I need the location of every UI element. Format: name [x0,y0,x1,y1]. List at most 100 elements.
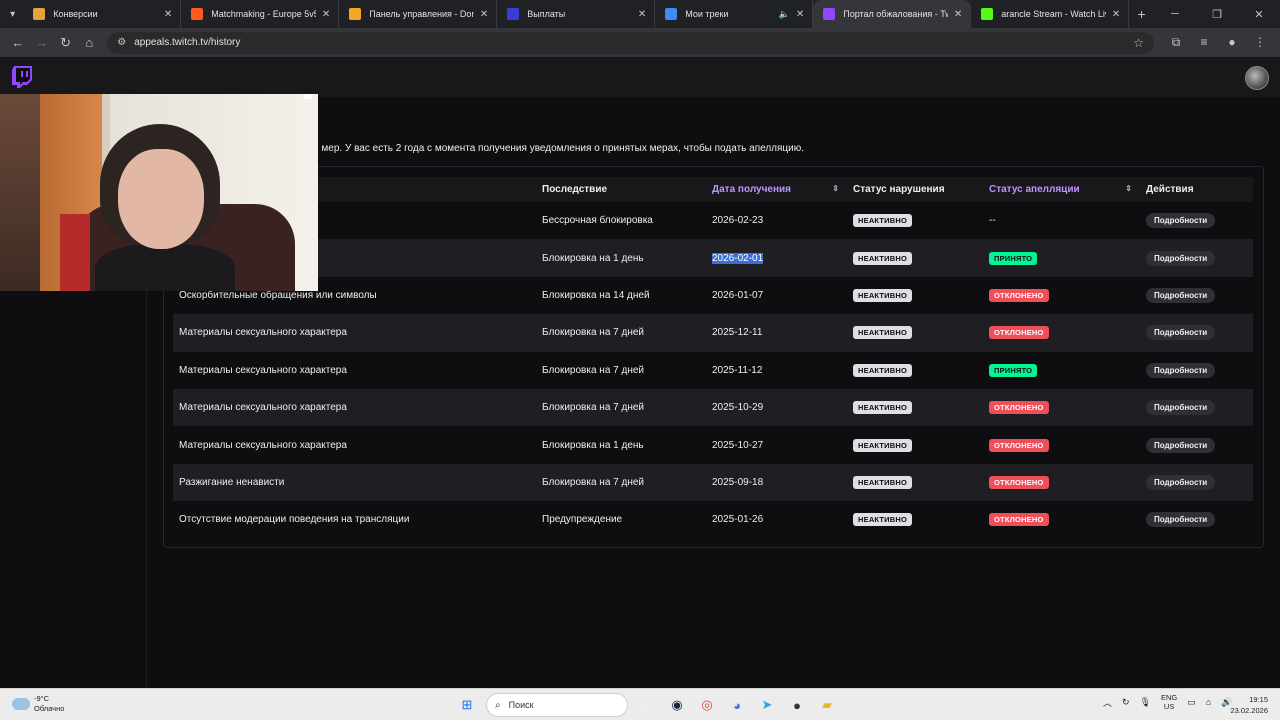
lang-top: ENG [1161,693,1178,702]
chrome-icon[interactable]: ◎ [695,693,719,717]
windows-taskbar: -9°C Облачно ⊞ ⌕ Поиск ▣ ◉ ◎ ◕ ➤ ● ▰ ︿ ↻ … [0,688,1280,720]
cell-consequence: Блокировка на 1 день [536,426,706,463]
cell-consequence: Блокировка на 14 дней [536,277,706,314]
file-explorer-icon[interactable]: ▰ [815,693,839,717]
tab-title: Мои треки [685,9,729,19]
tab-close-icon[interactable]: ✕ [1112,9,1120,20]
details-button[interactable]: Подробности [1146,213,1216,229]
tab-search-button[interactable]: ▾ [2,3,23,25]
cell-appeal: ОТКЛОНЕНО [983,464,1140,501]
start-icon[interactable]: ⊞ [455,693,479,717]
cell-consequence: Блокировка на 7 дней [536,389,706,426]
tab-close-icon[interactable]: ✕ [954,9,962,20]
reload-icon[interactable]: ↻ [54,35,78,51]
maximize-icon[interactable]: ❐ [1196,8,1238,21]
forward-icon[interactable]: → [30,35,54,50]
media-icon[interactable]: ≡ [1190,35,1218,50]
cell-consequence: Блокировка на 7 дней [536,352,706,389]
consequence-text: Предупреждение [542,514,623,526]
status-badge: НЕАКТИВНО [853,326,913,340]
table-row: Отсутствие модерации поведения на трансл… [173,501,1253,539]
user-avatar[interactable] [1245,66,1269,90]
details-button[interactable]: Подробности [1146,437,1216,453]
appeal-badge: ОТКЛОНЕНО [989,401,1049,415]
extensions-icon[interactable]: ⧉ [1162,35,1190,50]
mic-icon[interactable]: 🎙 [1140,697,1151,708]
tab-close-icon[interactable]: ✕ [480,9,488,20]
close-window-icon[interactable]: ✕ [1238,8,1280,21]
browser-tab-strip: ▾ Конверсии ✕ Matchmaking - Europe 5v5 Qu ✕… [0,0,1280,28]
cell-status: НЕАКТИВНО [847,501,983,538]
tab-close-icon[interactable]: ✕ [322,9,330,20]
language-indicator[interactable]: ENG US [1161,693,1177,711]
telegram-icon[interactable]: ➤ [755,693,779,717]
details-button[interactable]: Подробности [1146,250,1216,266]
browser-tab[interactable]: Matchmaking - Europe 5v5 Qu ✕ [181,0,340,28]
cell-appeal: ОТКЛОНЕНО [983,501,1140,538]
appeals-history-table: Последствие Дата получения ⇕ Статус наруш… [173,177,1253,539]
network-icon[interactable]: ⌂ [1206,697,1211,707]
consequence-text: Блокировка на 1 день [542,439,644,451]
browser-tab[interactable]: Выплаты ✕ [497,0,656,28]
browser-tab[interactable]: arancle Stream - Watch Live o ✕ [971,0,1130,28]
tab-audio-icon[interactable]: 🔈 [779,9,790,20]
header-appeal[interactable]: Статус апелляции ⇕ [983,177,1140,202]
twitch-logo-icon[interactable] [12,66,32,88]
webcam-overlay [0,94,318,291]
cell-date: 2026-01-07 [706,277,847,314]
status-badge: НЕАКТИВНО [853,251,913,265]
menu-icon[interactable]: ⋮ [1246,35,1274,50]
date-text: 2025-11-12 [712,364,763,376]
details-button[interactable]: Подробности [1146,362,1216,378]
browser-tab[interactable]: Конверсии ✕ [23,0,182,28]
consequence-text: Блокировка на 7 дней [542,402,644,414]
details-button[interactable]: Подробности [1146,287,1216,303]
display-icon[interactable]: ▭ [1187,697,1196,708]
sync-icon[interactable]: ↻ [1122,697,1130,708]
tab-close-icon[interactable]: ✕ [164,9,172,20]
header-date[interactable]: Дата получения ⇕ [706,177,847,202]
table-row: Разжигание ненависти Блокировка на 7 дней… [173,463,1253,502]
back-icon[interactable]: ← [6,35,30,50]
clock[interactable]: 19:15 23.02.2026 [1230,694,1268,716]
details-button[interactable]: Подробности [1146,400,1216,416]
consequence-text: Блокировка на 1 день [542,252,644,264]
cell-actions: Подробности [1140,202,1253,239]
clock-time: 19:15 [1249,695,1268,704]
browser-tab[interactable]: Портал обжалования - Twitch ✕ [813,0,972,28]
weather-widget[interactable]: -9°C Облачно [12,694,64,714]
taskbar-search[interactable]: ⌕ Поиск [486,693,628,717]
obs-icon[interactable]: ● [785,693,809,717]
tab-favicon-icon [981,8,994,20]
appeal-badge: ОТКЛОНЕНО [989,513,1049,527]
tab-close-icon[interactable]: ✕ [796,9,804,20]
steam-icon[interactable]: ◉ [665,693,689,717]
sort-icon[interactable]: ⇕ [832,184,839,193]
tab-close-icon[interactable]: ✕ [638,9,646,20]
tray-chevron-icon[interactable]: ︿ [1103,696,1112,709]
details-button[interactable]: Подробности [1146,325,1216,341]
minimize-icon[interactable]: ─ [1154,8,1196,21]
browser-toolbar: ← → ↻ ⌂ ⚙ appeals.twitch.tv/history ☆ ⧉ … [0,28,1280,57]
bookmark-star-icon[interactable]: ☆ [1133,36,1144,50]
browser-tab[interactable]: Панель управления - Donatio ✕ [339,0,498,28]
new-tab-button[interactable]: + [1129,6,1154,22]
site-info-icon[interactable]: ⚙ [117,37,126,48]
details-button[interactable]: Подробности [1146,512,1216,528]
date-text: 2026-02-01 [712,252,764,264]
sort-icon[interactable]: ⇕ [1125,184,1132,193]
discord-icon[interactable]: ◕ [725,693,749,717]
address-bar[interactable]: ⚙ appeals.twitch.tv/history ☆ [107,31,1154,54]
cell-status: НЕАКТИВНО [847,314,983,351]
task-view-icon[interactable]: ▣ [635,693,659,717]
cell-appeal: ОТКЛОНЕНО [983,314,1140,351]
tab-title: Портал обжалования - Twitch [843,9,948,19]
browser-tab[interactable]: Мои треки 🔈 ✕ [655,0,814,28]
cell-status: НЕАКТИВНО [847,202,983,239]
profile-icon[interactable]: ● [1218,35,1246,50]
home-icon[interactable]: ⌂ [77,35,101,50]
appeal-empty: -- [989,215,996,227]
cell-date: 2025-10-29 [706,389,847,426]
header-status: Статус нарушения [853,184,945,195]
details-button[interactable]: Подробности [1146,474,1216,490]
